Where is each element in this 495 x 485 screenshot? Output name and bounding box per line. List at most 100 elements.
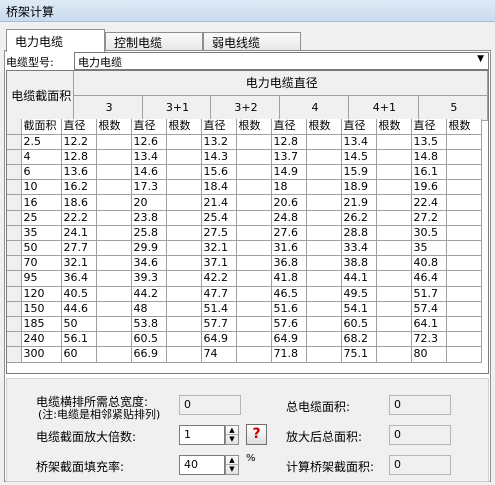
cell-count[interactable] bbox=[166, 225, 202, 242]
row-selector[interactable] bbox=[7, 316, 22, 333]
row-selector[interactable] bbox=[7, 255, 22, 272]
cell-count[interactable] bbox=[446, 331, 482, 348]
spin-up-icon[interactable]: ▲ bbox=[226, 426, 238, 435]
table-row[interactable]: 6 13.6 14.6 15.6 14.9 15.9 16.1 bbox=[7, 164, 482, 181]
cell-count[interactable] bbox=[446, 179, 482, 196]
cell-count[interactable] bbox=[96, 346, 132, 363]
cell-count[interactable] bbox=[446, 316, 482, 333]
cell-count[interactable] bbox=[236, 149, 272, 166]
cell-count[interactable] bbox=[96, 179, 132, 196]
help-button[interactable]: ? bbox=[246, 424, 267, 445]
cell-count[interactable] bbox=[376, 301, 412, 317]
row-selector[interactable] bbox=[7, 301, 22, 317]
cell-count[interactable] bbox=[446, 346, 482, 363]
cell-count[interactable] bbox=[376, 210, 412, 226]
cell-count[interactable] bbox=[96, 134, 132, 150]
cell-count[interactable] bbox=[166, 210, 202, 226]
row-selector[interactable] bbox=[7, 225, 22, 242]
cell-count[interactable] bbox=[306, 179, 342, 196]
cell-count[interactable] bbox=[166, 255, 202, 272]
cell-count[interactable] bbox=[166, 149, 202, 166]
row-selector[interactable] bbox=[7, 331, 22, 348]
tab-control-cable[interactable]: 控制电缆 bbox=[105, 32, 203, 51]
cell-count[interactable] bbox=[306, 316, 342, 333]
row-selector[interactable] bbox=[7, 270, 22, 287]
cell-count[interactable] bbox=[236, 240, 272, 257]
spin-down-icon[interactable]: ▼ bbox=[226, 465, 238, 474]
cell-count[interactable] bbox=[306, 225, 342, 242]
cell-count[interactable] bbox=[446, 134, 482, 150]
cell-count[interactable] bbox=[446, 149, 482, 166]
cell-count[interactable] bbox=[306, 194, 342, 211]
tab-weak-current-cable[interactable]: 弱电线缆 bbox=[203, 32, 301, 51]
table-row[interactable]: 185 50 53.8 57.7 57.6 60.5 64.1 bbox=[7, 316, 482, 333]
fill-rate-spinner[interactable]: ▲ ▼ bbox=[225, 455, 239, 475]
cable-type-select[interactable]: 电力电缆 ▼ bbox=[74, 52, 489, 70]
table-row[interactable]: 120 40.5 44.2 47.7 46.5 49.5 51.7 bbox=[7, 286, 482, 302]
table-row[interactable]: 25 22.2 23.8 25.4 24.8 26.2 27.2 bbox=[7, 210, 482, 226]
row-selector[interactable] bbox=[7, 286, 22, 302]
cell-count[interactable] bbox=[236, 270, 272, 287]
cell-count[interactable] bbox=[446, 210, 482, 226]
cell-count[interactable] bbox=[236, 255, 272, 272]
table-row[interactable]: 150 44.6 48 51.4 51.6 54.1 57.4 bbox=[7, 301, 482, 317]
table-row[interactable]: 16 18.6 20 21.4 20.6 21.9 22.4 bbox=[7, 194, 482, 211]
table-row[interactable]: 50 27.7 29.9 32.1 31.6 33.4 35 bbox=[7, 240, 482, 257]
cell-count[interactable] bbox=[446, 286, 482, 302]
table-row[interactable]: 2.5 12.2 12.6 13.2 12.8 13.4 13.5 bbox=[7, 134, 482, 150]
cell-count[interactable] bbox=[376, 179, 412, 196]
cell-count[interactable] bbox=[236, 134, 272, 150]
cell-count[interactable] bbox=[376, 316, 412, 333]
cell-count[interactable] bbox=[306, 270, 342, 287]
table-row[interactable]: 4 12.8 13.4 14.3 13.7 14.5 14.8 bbox=[7, 149, 482, 166]
cell-count[interactable] bbox=[446, 240, 482, 257]
cell-count[interactable] bbox=[236, 301, 272, 317]
cell-count[interactable] bbox=[446, 164, 482, 181]
table-row[interactable]: 95 36.4 39.3 42.2 41.8 44.1 46.4 bbox=[7, 270, 482, 287]
cell-count[interactable] bbox=[166, 179, 202, 196]
cell-count[interactable] bbox=[96, 286, 132, 302]
cell-count[interactable] bbox=[306, 134, 342, 150]
fill-rate-input[interactable]: 40 bbox=[179, 455, 225, 475]
cell-count[interactable] bbox=[166, 331, 202, 348]
cell-count[interactable] bbox=[96, 149, 132, 166]
cell-count[interactable] bbox=[166, 346, 202, 363]
cell-count[interactable] bbox=[236, 331, 272, 348]
cell-count[interactable] bbox=[446, 270, 482, 287]
spin-down-icon[interactable]: ▼ bbox=[226, 435, 238, 444]
cell-count[interactable] bbox=[446, 225, 482, 242]
magnify-input[interactable]: 1 bbox=[179, 425, 225, 445]
cell-count[interactable] bbox=[166, 164, 202, 181]
cell-count[interactable] bbox=[306, 331, 342, 348]
cell-count[interactable] bbox=[166, 194, 202, 211]
cell-count[interactable] bbox=[306, 255, 342, 272]
cable-data-grid[interactable]: 电缆截面积 电力电缆直径 3 3+1 3+2 4 4+1 5 截面积 直径 根数… bbox=[6, 70, 489, 374]
tab-power-cable[interactable]: 电力电缆 bbox=[6, 29, 105, 52]
cell-count[interactable] bbox=[166, 240, 202, 257]
magnify-spinner[interactable]: ▲ ▼ bbox=[225, 425, 239, 445]
cell-count[interactable] bbox=[236, 225, 272, 242]
cell-count[interactable] bbox=[446, 194, 482, 211]
row-selector[interactable] bbox=[7, 134, 22, 150]
cell-count[interactable] bbox=[376, 286, 412, 302]
cell-count[interactable] bbox=[96, 194, 132, 211]
cell-count[interactable] bbox=[306, 346, 342, 363]
cell-count[interactable] bbox=[236, 286, 272, 302]
cell-count[interactable] bbox=[376, 134, 412, 150]
cell-count[interactable] bbox=[376, 346, 412, 363]
cell-count[interactable] bbox=[236, 164, 272, 181]
row-selector[interactable] bbox=[7, 210, 22, 226]
cell-count[interactable] bbox=[166, 316, 202, 333]
cell-count[interactable] bbox=[236, 346, 272, 363]
cell-count[interactable] bbox=[96, 270, 132, 287]
spin-up-icon[interactable]: ▲ bbox=[226, 456, 238, 465]
row-selector[interactable] bbox=[7, 240, 22, 257]
row-selector[interactable] bbox=[7, 194, 22, 211]
cell-count[interactable] bbox=[306, 301, 342, 317]
cell-count[interactable] bbox=[96, 331, 132, 348]
cell-count[interactable] bbox=[376, 225, 412, 242]
cell-count[interactable] bbox=[306, 240, 342, 257]
dropdown-arrow-icon[interactable]: ▼ bbox=[477, 54, 484, 64]
cell-count[interactable] bbox=[376, 164, 412, 181]
cell-count[interactable] bbox=[446, 301, 482, 317]
